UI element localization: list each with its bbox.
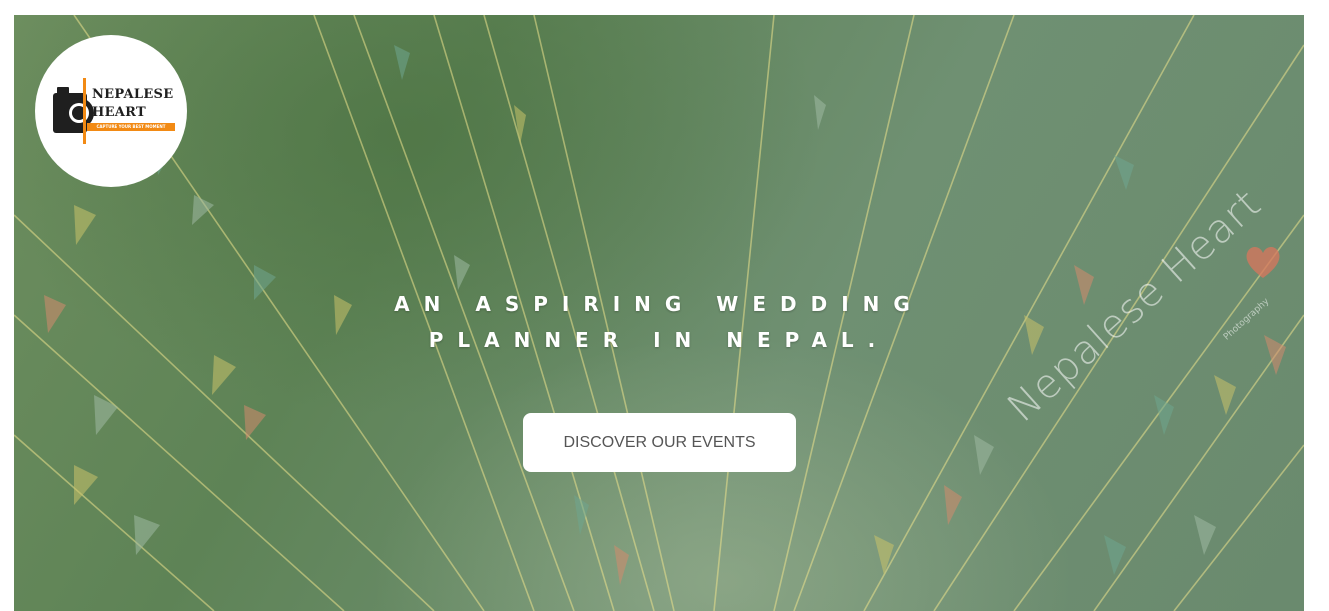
site-logo[interactable]: NEPALESE HEART CAPTURE YOUR BEST MOMENT xyxy=(35,35,187,187)
logo-title-line2: HEART xyxy=(92,105,147,120)
logo-tagline: CAPTURE YOUR BEST MOMENT xyxy=(87,123,175,131)
hero-headline: AN ASPIRING WEDDING PLANNER IN NEPAL. xyxy=(0,286,1318,358)
hero-headline-line1: AN ASPIRING WEDDING xyxy=(394,292,924,316)
logo-title-line1: NEPALESE xyxy=(92,87,174,102)
hero-headline-line2: PLANNER IN NEPAL. xyxy=(428,328,890,352)
heart-icon xyxy=(1242,240,1284,282)
discover-events-button[interactable]: DISCOVER OUR EVENTS xyxy=(523,413,796,472)
